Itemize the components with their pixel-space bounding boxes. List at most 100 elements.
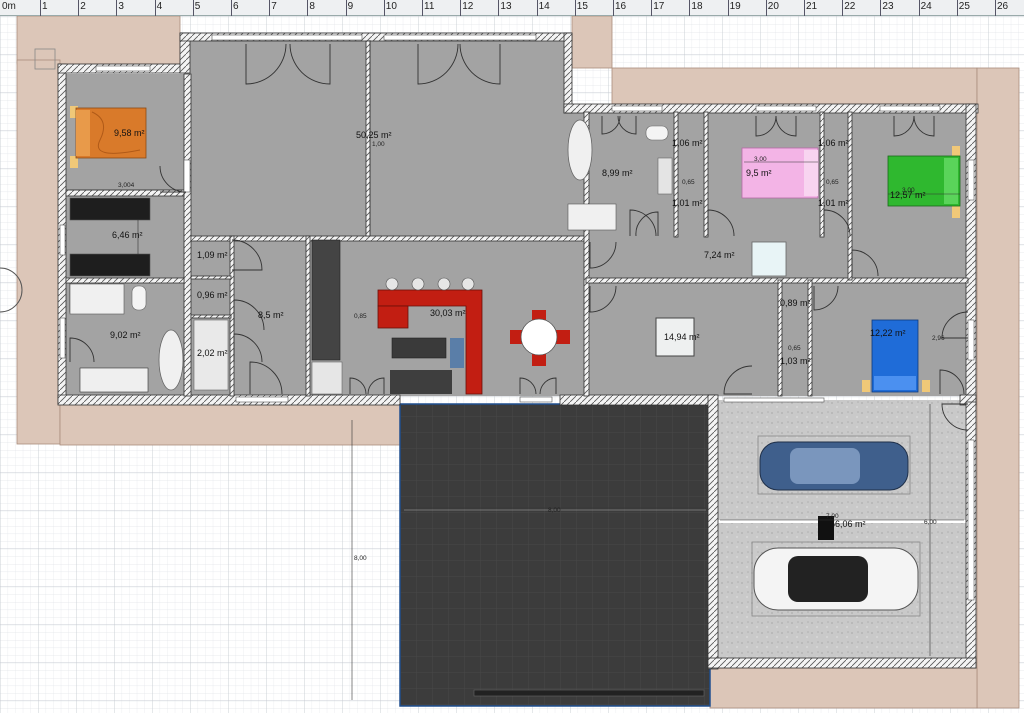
toilet-left[interactable] [131,285,147,311]
ruler-tick [995,0,996,16]
ruler-tick-label: 12 [462,1,474,12]
car-blue[interactable] [759,441,909,491]
ruler-tick-label: 16 [615,1,627,12]
bathtub-left[interactable] [158,329,184,391]
dim-085: 0,85 [354,313,367,320]
dim-800h: 8,00 [548,507,561,514]
label-storage-2: 0,96 m² [197,290,228,300]
dim-800v: 8,00 [354,555,367,562]
ruler-tick [689,0,691,16]
ruler-tick [574,0,576,16]
ruler-tick [307,0,309,16]
ruler-tick [460,0,462,16]
ruler-tick-label: 22 [844,1,856,12]
dim-3004: 3,004 [118,182,135,189]
plan-canvas[interactable]: 9,58 m² 50,25 m² 8,99 m² 1,06 m² 1,01 m²… [0,16,1024,713]
dim-700: 7,00 [826,513,839,520]
ruler-tick [192,0,194,16]
ruler-tick [651,0,653,16]
ruler-tick-label: 9 [347,1,354,12]
ruler-tick [383,0,385,16]
dim-300b: 3,00 [902,187,915,194]
dim-600: 6,00 [924,519,937,526]
dim-300a: 3,00 [754,156,767,163]
dim-100: 1,00 [372,141,385,148]
ruler-tick [804,0,805,16]
ruler-tick [422,0,423,16]
ruler-origin-label: 0m [2,1,16,12]
ruler-tick-label: 6 [233,1,239,12]
fridge[interactable] [311,361,343,395]
car-white[interactable] [753,547,919,611]
ruler-tick-label: 21 [806,1,818,12]
ruler-tick-label: 8 [309,1,315,12]
ruler-tick-label: 14 [538,1,550,12]
label-bedroom-orange: 9,58 m² [114,128,145,138]
label-kitchen: 30,03 m² [430,308,466,318]
label-storage-1: 1,09 m² [197,250,228,260]
ruler-tick-label: 10 [385,1,397,12]
ruler-tick [154,0,156,16]
double-sink-left[interactable] [69,283,125,315]
label-bathroom-top: 8,99 m² [602,168,633,178]
ruler-tick [231,0,232,16]
ruler-tick-label: 20 [767,1,779,12]
ruler-tick [498,0,500,16]
label-office: 14,94 m² [664,332,700,342]
ruler-tick-label: 7 [271,1,277,12]
ruler-tick-label: 3 [118,1,124,12]
cabinet-top[interactable] [657,157,673,195]
ruler-tick-label: 15 [576,1,588,12]
ruler-tick-label: 18 [691,1,703,12]
wardrobe-1[interactable] [69,197,151,221]
label-small-mid-2: 1,03 m² [780,356,811,366]
label-bedroom-blue: 12,22 m² [870,328,906,338]
ruler-tick [880,0,882,16]
label-corridor: 8,5 m² [258,310,284,320]
label-small-top-1: 1,01 m² [672,198,703,208]
vanity-left[interactable] [79,367,149,393]
ruler-tick-label: 26 [997,1,1009,12]
label-living-room: 50,25 m² [356,130,392,140]
label-small-mid-1: 0,89 m² [780,298,811,308]
ruler-tick [536,0,538,16]
ruler-tick [956,0,958,16]
ruler-tick-label: 17 [653,1,665,12]
ruler-tick [842,0,844,16]
ruler-tick-label: 2 [80,1,86,12]
label-closet-left: 6,46 m² [112,230,143,240]
label-wc-top-2: 1,06 m² [818,138,849,148]
toilet-top[interactable] [645,125,669,141]
kitchen-tall-units[interactable] [311,239,341,361]
ruler-tick [116,0,118,16]
ruler-tick-label: 24 [920,1,932,12]
ruler-tick-label: 13 [500,1,512,12]
ruler-tick-label: 5 [194,1,201,12]
label-bedroom-pink: 9,5 m² [746,168,772,178]
horizontal-ruler[interactable]: 0m 1 2 3 4 5 6 7 8 9 10 11 12 13 14 15 16 17 18 19 20 21 22 23… [0,0,1024,16]
dim-296: 2,96 [932,335,945,342]
ruler-tick-label: 19 [729,1,741,12]
label-bathroom-left: 9,02 m² [110,330,141,340]
label-garage: 56,06 m² [830,519,866,529]
ruler-tick [727,0,729,16]
ruler-tick [345,0,347,16]
ruler-tick [918,0,920,16]
ruler-tick [613,0,614,16]
dim-065a: 0,65 [682,179,695,186]
hallway-skylight[interactable] [751,241,787,277]
ruler-tick [765,0,767,16]
double-sink-top[interactable] [567,203,617,231]
label-small-top-2: 1,01 m² [818,198,849,208]
terrace[interactable] [399,403,711,707]
dim-065c: 0,65 [788,345,801,352]
ruler-tick-label: 23 [882,1,894,12]
ruler-tick [269,0,271,16]
ruler-tick [78,0,80,16]
bathtub-top[interactable] [567,119,593,181]
floor-plan-editor: 0m 1 2 3 4 5 6 7 8 9 10 11 12 13 14 15 16 17 18 19 20 21 22 23… [0,0,1024,713]
ruler-tick-label: 1 [42,1,48,12]
ruler-tick-label: 25 [958,1,970,12]
wardrobe-2[interactable] [69,253,151,277]
label-shower: 2,02 m² [197,348,228,358]
